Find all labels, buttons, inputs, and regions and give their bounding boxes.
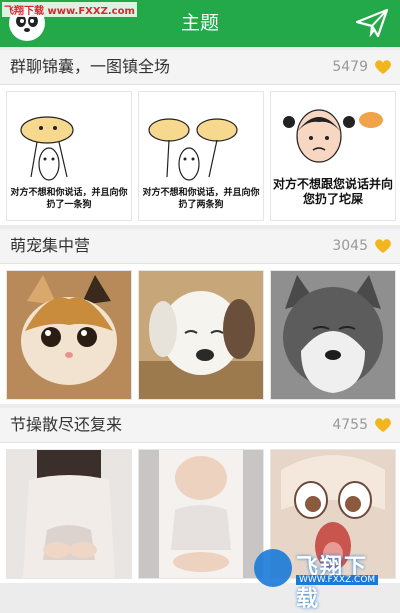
watermark-bottom: 飞翔下载 WWW.FXXZ.COM [250,543,390,612]
like-count: 4755 [332,417,368,433]
section-title: 萌宠集中营 [10,236,91,255]
section-header[interactable]: 群聊锦囊，一图镇全场 5479 [0,50,400,85]
heart-icon[interactable] [374,59,392,75]
section-title: 群聊锦囊，一图镇全场 [10,57,171,76]
like-count: 3045 [332,238,368,254]
section-title: 节操散尽还复来 [10,415,123,434]
page-title: 主题 [180,12,219,34]
meme-caption: 对方不想和你说话，并且向你扔了一条狗 [10,188,128,210]
thumbnail-row [0,264,400,404]
meme-caption: 对方不想跟您说话并向您扔了坨屎 [272,177,393,206]
app-header: 飞翔下载 www.FXXZ.com 主题 [0,0,400,47]
meme-caption: 对方不想和你说话，并且向你扔了两条狗 [142,188,260,210]
section-header[interactable]: 萌宠集中营 3045 [0,229,400,264]
husky-photo[interactable] [270,270,396,400]
logo-icon [254,549,292,587]
like-count: 5479 [332,59,368,75]
meme-thumbnail[interactable]: 对方不想跟您说话并向您扔了坨屎 [270,91,396,221]
section-header[interactable]: 节操散尽还复来 4755 [0,408,400,443]
woman-photo-1[interactable] [6,449,132,579]
cat-photo[interactable] [6,270,132,400]
thumbnail-row: 对方不想和你说话，并且向你扔了一条狗 对方不想和你说话，并且向你扔了两条狗 对方… [0,85,400,225]
meme-thumbnail[interactable]: 对方不想和你说话，并且向你扔了两条狗 [138,91,264,221]
theme-section[interactable]: 萌宠集中营 3045 [0,229,400,404]
watermark-url: WWW.FXXZ.COM [296,575,379,585]
puppy-photo[interactable] [138,270,264,400]
heart-icon[interactable] [374,417,392,433]
heart-icon[interactable] [374,238,392,254]
woman-photo-2[interactable] [138,449,264,579]
paper-plane-icon[interactable] [354,5,390,41]
meme-thumbnail[interactable]: 对方不想和你说话，并且向你扔了一条狗 [6,91,132,221]
theme-section[interactable]: 群聊锦囊，一图镇全场 5479 对方不想和你说话，并且向你扔了一条狗 对方不想和… [0,50,400,225]
